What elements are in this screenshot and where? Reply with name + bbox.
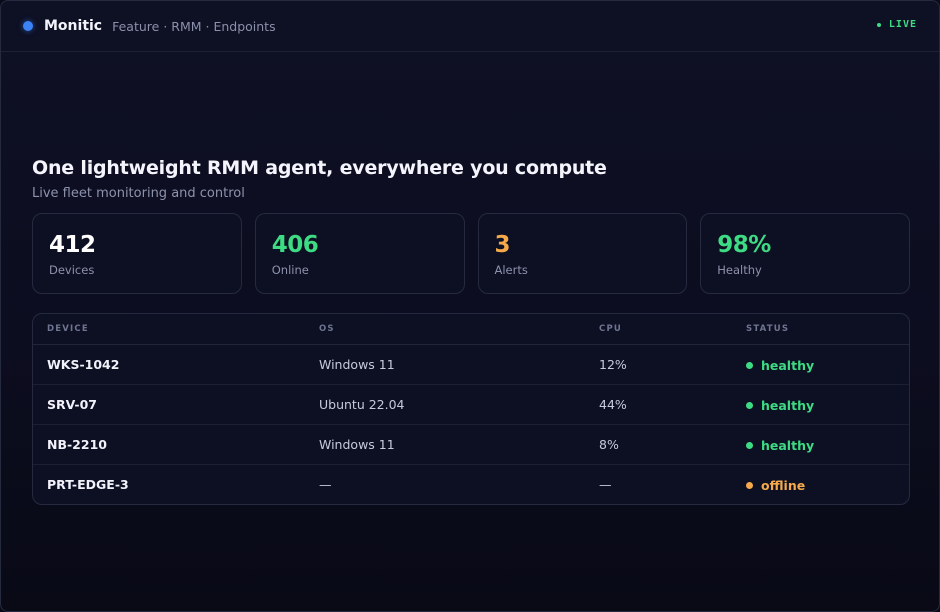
brand-logo-dot-icon [23,21,33,31]
stats-row: 412 Devices 406 Online 3 Alerts 98% Heal… [32,213,910,294]
device-cpu: — [599,477,612,492]
status-badge: healthy [746,438,814,453]
top-bar: Monitic Feature · RMM · Endpoints LIVE [1,1,939,52]
endpoints-table: DEVICE OS CPU STATUS WKS-1042 Windows 11… [32,313,910,505]
main-content: One lightweight RMM agent, everywhere yo… [32,156,910,505]
device-cpu: 8% [585,424,732,465]
status-text: healthy [761,437,815,453]
device-name: PRT-EDGE-3 [47,477,129,492]
stat-label: Devices [49,263,95,277]
column-header-device[interactable]: DEVICE [33,314,305,345]
table-row[interactable]: NB-2210 Windows 11 8% healthy [33,424,909,465]
brand-name[interactable]: Monitic [44,18,102,34]
stat-label: Online [271,263,309,277]
breadcrumb: Feature · RMM · Endpoints [112,18,276,34]
column-header-status[interactable]: STATUS [732,314,909,345]
device-name: SRV-07 [33,384,305,425]
status-dot-icon [746,481,753,489]
table-row[interactable]: PRT-EDGE-3 — — offline [33,465,909,505]
status-badge: healthy [746,358,814,373]
device-os: Ubuntu 22.04 [305,384,585,425]
device-os: Windows 11 [305,424,585,465]
device-status: healthy [732,344,909,385]
stat-value: 412 [49,232,96,258]
stat-card-devices[interactable]: 412 Devices [32,213,242,294]
stat-value: 98% [717,232,771,258]
stat-card-alerts[interactable]: 3 Alerts [477,213,688,294]
column-header-cpu[interactable]: CPU [585,314,732,345]
status-text: offline [761,477,806,493]
stat-value: 3 [494,232,511,258]
device-os: — [319,477,332,492]
device-cpu: 44% [585,384,732,425]
live-dot-icon [876,22,881,27]
page-title: One lightweight RMM agent, everywhere yo… [32,157,607,179]
stat-label: Alerts [494,263,528,277]
live-indicator: LIVE [876,19,917,30]
live-label: LIVE [888,19,917,30]
status-badge: healthy [746,398,814,413]
table-row[interactable]: SRV-07 Ubuntu 22.04 44% healthy [33,384,909,425]
stat-card-online[interactable]: 406 Online [254,213,465,294]
status-badge: offline [746,478,805,493]
stat-value: 406 [271,232,319,258]
status-dot-icon [746,441,753,449]
stat-label: Healthy [717,263,762,277]
device-status: healthy [732,384,909,425]
page-subtitle: Live fleet monitoring and control [32,186,245,201]
device-os: Windows 11 [305,344,585,385]
column-header-os[interactable]: OS [305,314,585,345]
device-name: WKS-1042 [33,344,305,385]
status-text: healthy [761,397,815,413]
status-dot-icon [746,401,753,409]
table-header-row: DEVICE OS CPU STATUS [33,314,909,345]
status-dot-icon [746,361,753,369]
device-name: NB-2210 [33,424,305,465]
app-window: Monitic Feature · RMM · Endpoints LIVE O… [0,0,940,612]
table-row[interactable]: WKS-1042 Windows 11 12% healthy [33,344,909,385]
stat-card-healthy[interactable]: 98% Healthy [700,213,910,294]
status-text: healthy [761,357,815,373]
device-status: healthy [732,424,909,465]
device-cpu: 12% [585,344,732,385]
device-status: offline [732,465,909,505]
